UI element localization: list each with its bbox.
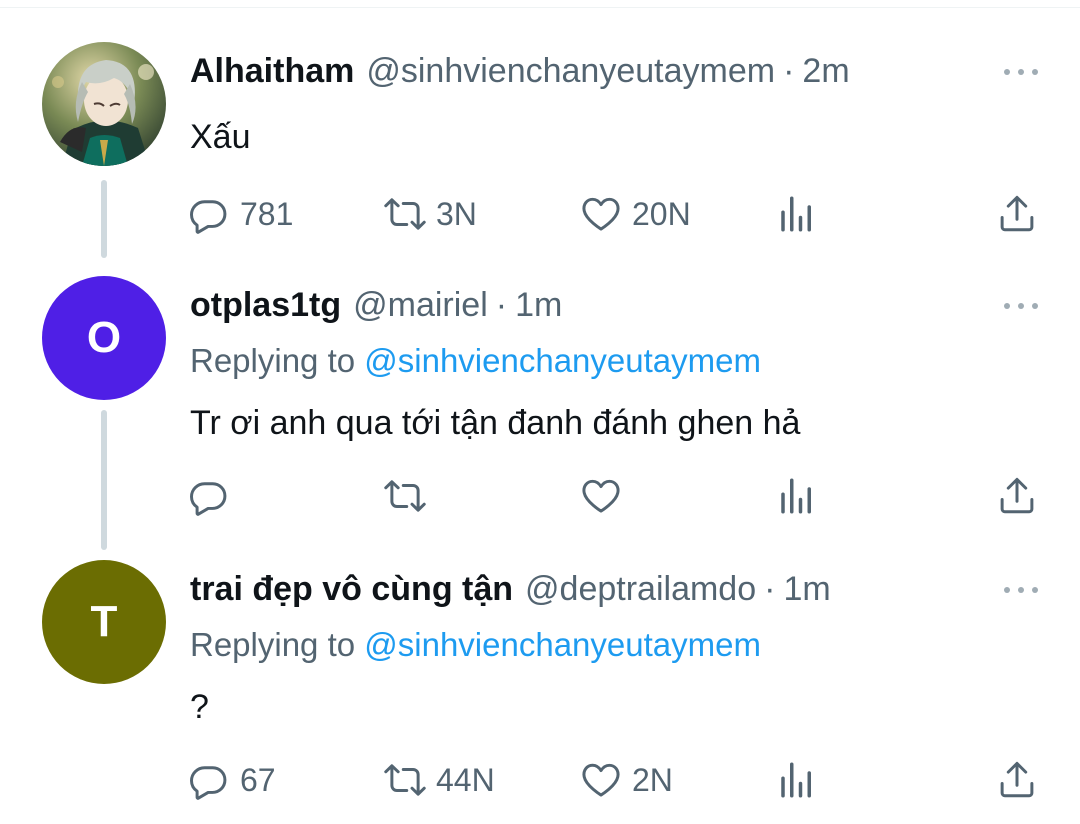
analytics-button[interactable] (776, 472, 818, 520)
display-name[interactable]: otplas1tg (190, 286, 341, 325)
user-handle[interactable]: @deptrailamdo (525, 570, 756, 609)
more-icon (1004, 303, 1010, 309)
separator-dot: · (764, 570, 776, 608)
share-icon (1000, 477, 1034, 514)
tweet-header: trai đẹp vô cùng tận @deptrailamdo · 1m (190, 570, 984, 612)
like-button[interactable]: 2N (580, 756, 673, 804)
replying-to-label: Replying to (190, 626, 365, 663)
more-options-button[interactable] (1004, 580, 1038, 600)
more-icon-dot (1032, 587, 1038, 593)
reply-icon (190, 482, 227, 516)
share-button[interactable] (996, 756, 1038, 804)
more-icon-dot (1032, 69, 1038, 75)
reply-button[interactable]: 67 (188, 756, 276, 804)
heart-icon (582, 763, 620, 797)
reply-button[interactable] (188, 472, 240, 520)
tweet-text: Tr ơi anh qua tới tận đanh đánh ghen hả (190, 404, 801, 442)
timestamp[interactable]: 1m (515, 286, 562, 325)
like-button[interactable]: 20N (580, 190, 691, 238)
replying-to-mention[interactable]: @sinhvienchanyeutaymem (364, 626, 761, 663)
replying-to-label: Replying to (190, 342, 365, 379)
user-handle[interactable]: @mairiel (353, 286, 488, 325)
heart-icon (582, 197, 620, 231)
top-divider (0, 0, 1080, 8)
more-options-button[interactable] (1004, 296, 1038, 316)
avatar-initial: O (86, 313, 122, 362)
more-icon-dot (1018, 587, 1024, 593)
replying-to-mention[interactable]: @sinhvienchanyeutaymem (364, 342, 761, 379)
avatar[interactable] (42, 42, 166, 166)
share-button[interactable] (996, 472, 1038, 520)
reply-count: 781 (240, 195, 294, 232)
display-name[interactable]: trai đẹp vô cùng tận (190, 570, 513, 609)
analytics-icon (781, 762, 811, 798)
like-count: 20N (632, 195, 691, 232)
retweet-count: 3N (436, 195, 477, 232)
user-handle[interactable]: @sinhvienchanyeutaymem (366, 52, 775, 91)
more-options-button[interactable] (1004, 62, 1038, 82)
replying-to: Replying to @sinhvienchanyeutaymem (190, 342, 761, 380)
profile-picture-icon (42, 42, 166, 166)
share-icon (1000, 195, 1034, 232)
retweet-button[interactable]: 44N (384, 756, 495, 804)
avatar-initial: T (90, 597, 118, 646)
more-icon-dot (1018, 69, 1024, 75)
analytics-icon (781, 196, 811, 232)
like-count: 2N (632, 761, 673, 798)
more-icon-dot (1032, 303, 1038, 309)
tweet-actions: 67 44N 2N (0, 756, 1080, 804)
reply-button[interactable]: 781 (188, 190, 293, 238)
retweet-button[interactable]: 3N (384, 190, 477, 238)
more-icon-dot (1018, 303, 1024, 309)
separator-dot: · (783, 52, 795, 90)
tweet-text: Xấu (190, 118, 251, 156)
reply-icon (190, 200, 227, 234)
retweet-icon (384, 198, 426, 230)
like-button[interactable] (580, 472, 632, 520)
reply-count: 67 (240, 761, 276, 798)
retweet-icon (384, 764, 426, 796)
tweet-text: ? (190, 688, 209, 726)
timestamp[interactable]: 2m (802, 52, 849, 91)
share-button[interactable] (996, 190, 1038, 238)
replying-to: Replying to @sinhvienchanyeutaymem (190, 626, 761, 664)
tweet-header: Alhaitham @sinhvienchanyeutaymem · 2m (190, 52, 984, 94)
avatar[interactable]: T (42, 560, 166, 684)
analytics-button[interactable] (776, 756, 818, 804)
reply-icon (190, 766, 227, 800)
avatar[interactable]: O (42, 276, 166, 400)
more-icon (1004, 69, 1010, 75)
separator-dot: · (495, 286, 508, 324)
analytics-icon (781, 478, 811, 514)
retweet-icon (384, 480, 426, 512)
timestamp[interactable]: 1m (783, 570, 830, 609)
retweet-button[interactable] (384, 472, 436, 520)
retweet-count: 44N (436, 761, 495, 798)
heart-icon (582, 479, 620, 513)
analytics-button[interactable] (776, 190, 818, 238)
tweet-actions (0, 472, 1080, 520)
share-icon (1000, 761, 1034, 798)
tweet-actions: 781 3N 20N (0, 190, 1080, 238)
tweet-header: otplas1tg @mairiel · 1m (190, 286, 984, 328)
display-name[interactable]: Alhaitham (190, 52, 354, 91)
more-icon (1004, 587, 1010, 593)
